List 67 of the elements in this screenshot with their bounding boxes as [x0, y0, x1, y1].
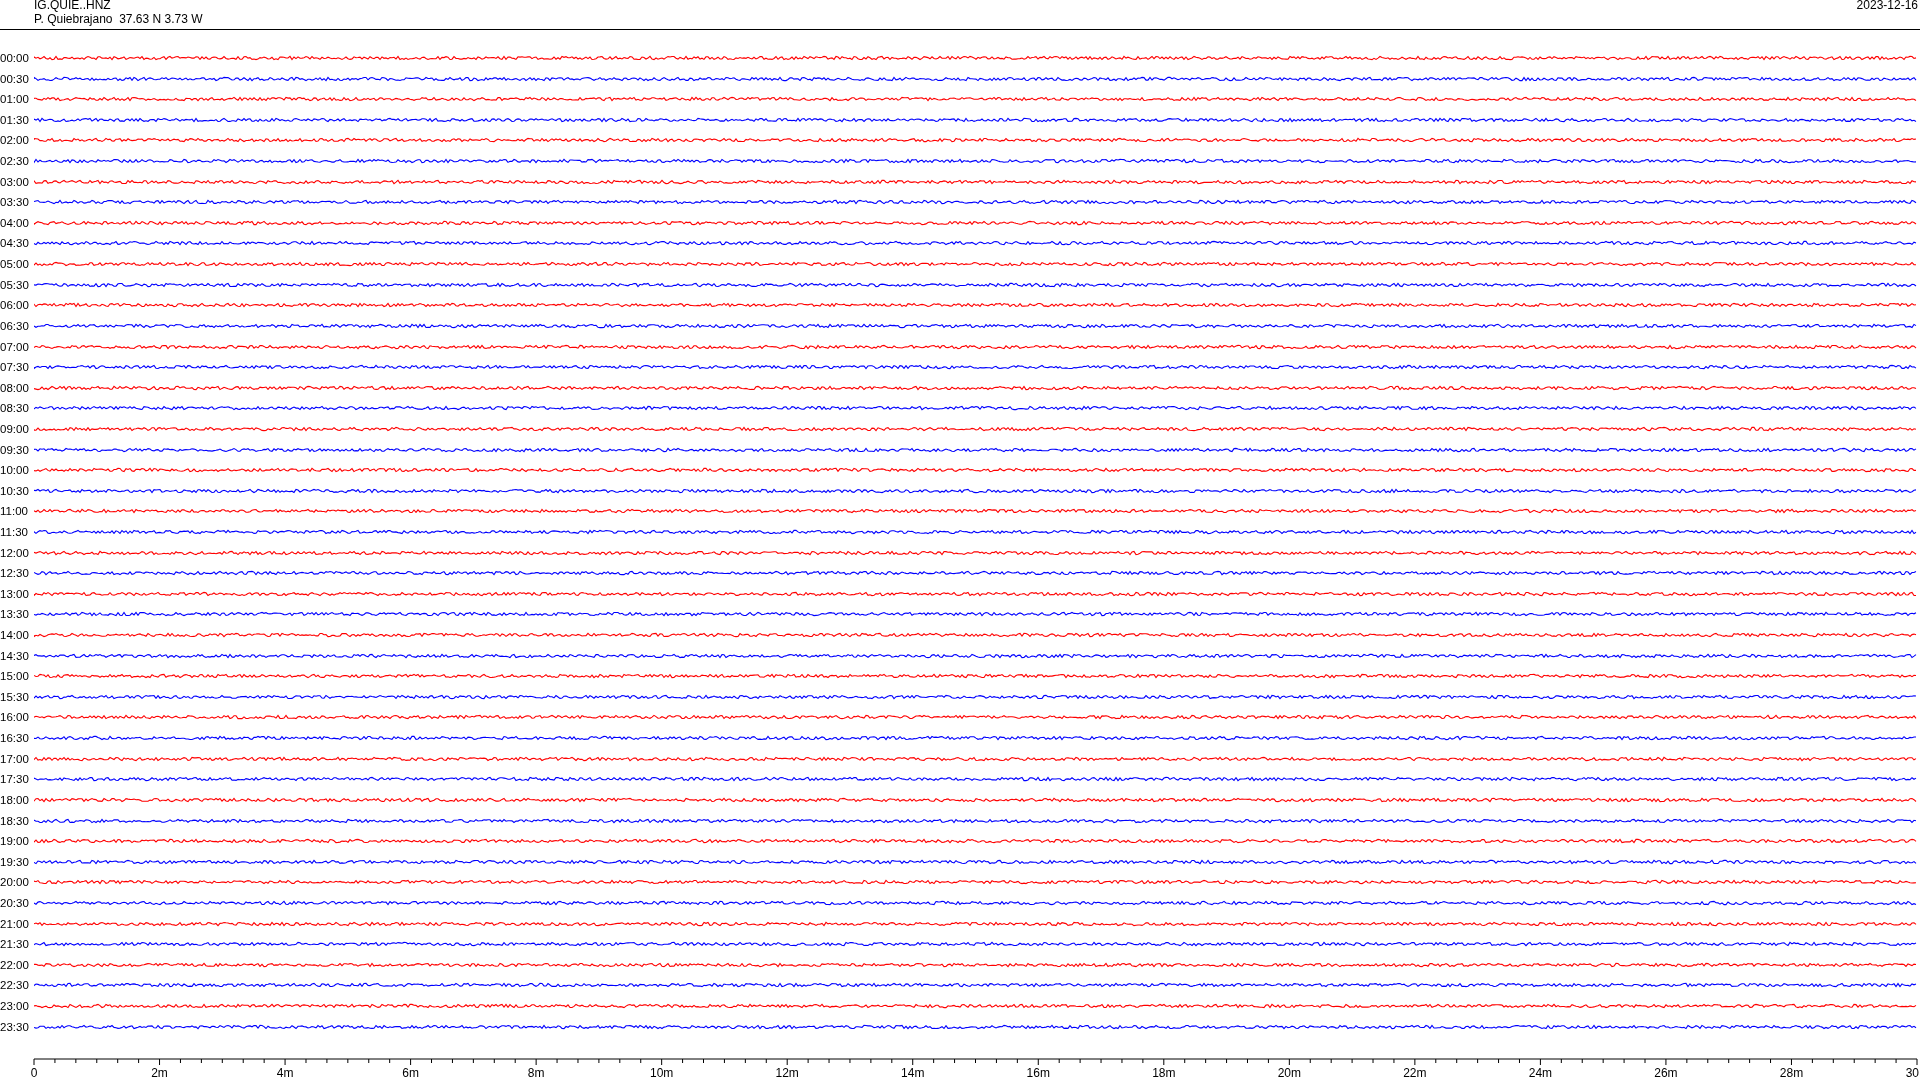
time-label: 18:00 [0, 793, 30, 806]
time-label: 07:00 [0, 340, 30, 353]
axis-label: 16m [1026, 1065, 1050, 1080]
time-label: 15:30 [0, 690, 30, 703]
time-label: 20:00 [0, 876, 30, 889]
time-label: 19:30 [0, 855, 30, 868]
time-label: 23:00 [0, 1000, 30, 1012]
time-label: 13:00 [0, 587, 30, 600]
time-label: 22:30 [0, 979, 30, 992]
time-label: 02:00 [0, 134, 30, 147]
time-label: 14:00 [0, 629, 30, 642]
time-label: 13:30 [0, 608, 30, 621]
time-label: 11:00 [0, 505, 29, 518]
time-label: 10:00 [0, 464, 30, 477]
time-label: 10:30 [0, 484, 30, 497]
time-label: 03:30 [0, 196, 30, 209]
plot-date: 2023-12-16 [1856, 0, 1918, 14]
axis-label: 10m [650, 1065, 674, 1080]
time-label: 05:00 [0, 258, 30, 271]
axis-label: 30 [1905, 1065, 1919, 1080]
time-label: 02:30 [0, 155, 30, 168]
time-label: 08:00 [0, 381, 30, 394]
axis-label: 22m [1403, 1065, 1427, 1080]
axis-label: 26m [1654, 1065, 1678, 1080]
axis-label: 4m [276, 1065, 294, 1080]
time-label: 11:30 [0, 526, 29, 538]
time-label: 20:30 [0, 896, 30, 909]
time-label: 16:30 [0, 732, 30, 745]
station-location: P. Quiebrajano 37.63 N 3.73 W [34, 12, 203, 26]
time-label: 01:30 [0, 113, 30, 126]
time-label: 22:00 [0, 958, 30, 971]
time-label: 12:00 [0, 546, 30, 559]
time-label: 04:30 [0, 237, 30, 250]
time-label: 04:00 [0, 216, 30, 229]
axis-label: 8m [527, 1065, 545, 1080]
time-label: 17:00 [0, 752, 30, 765]
axis-label: 20m [1277, 1065, 1301, 1080]
axis-label: 24m [1528, 1065, 1553, 1080]
time-label: 21:30 [0, 938, 30, 951]
time-label: 16:00 [0, 711, 30, 724]
time-label: 09:00 [0, 422, 30, 435]
time-label: 03:00 [0, 175, 30, 188]
time-label: 07:30 [0, 361, 30, 374]
axis-label: 2m [151, 1065, 168, 1080]
axis-label: 0 [30, 1065, 38, 1080]
time-label: 00:00 [0, 52, 30, 64]
time-label: 23:30 [0, 1020, 30, 1033]
time-label: 15:00 [0, 670, 30, 683]
time-label: 01:00 [0, 93, 30, 106]
time-label: 05:30 [0, 278, 30, 291]
time-label: 06:30 [0, 319, 30, 332]
axis-label: 12m [775, 1065, 799, 1080]
time-label: 06:00 [0, 299, 30, 312]
time-label: 19:00 [0, 835, 30, 848]
axis-label: 14m [901, 1065, 925, 1080]
time-label: 17:30 [0, 773, 30, 786]
time-label: 09:30 [0, 443, 30, 456]
time-label: 08:30 [0, 402, 30, 415]
time-label: 21:00 [0, 917, 30, 930]
axis-label: 18m [1152, 1065, 1176, 1080]
axis-label: 28m [1779, 1065, 1804, 1080]
axis-label: 6m [402, 1065, 419, 1080]
time-label: 00:30 [0, 72, 30, 85]
station-code: IG.QUIE..HNZ [34, 0, 112, 12]
time-label: 12:30 [0, 567, 30, 580]
time-label: 18:30 [0, 814, 30, 827]
time-label: 14:30 [0, 649, 30, 662]
